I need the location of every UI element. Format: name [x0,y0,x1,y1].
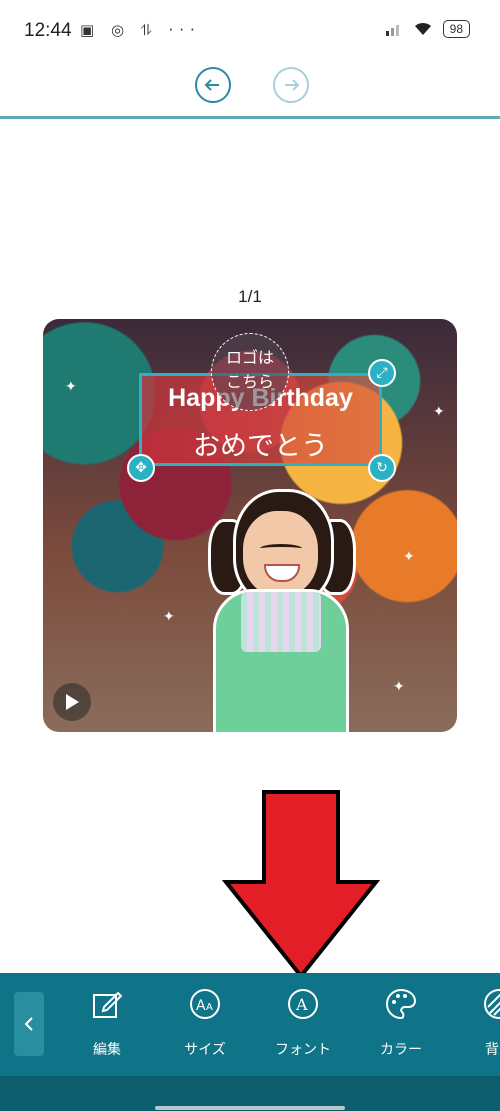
tool-size[interactable]: A A サイズ [165,985,245,1059]
move-handle[interactable]: ✥ [127,454,155,482]
tool-background[interactable]: 背景 [459,985,500,1059]
svg-text:A: A [196,998,206,1014]
svg-text:A: A [295,995,308,1014]
tool-font[interactable]: A フォント [263,985,343,1059]
sparkle-icon: ✦ [393,679,405,695]
status-bar: 12:44 ▣ ◎ ⥮ ··· 98 [0,0,500,62]
expand-icon: ⤢ [376,365,388,381]
dress-pattern [241,592,321,652]
tool-color[interactable]: カラー [361,985,441,1059]
edit-icon [93,991,123,1018]
face [243,511,318,596]
tool-edit[interactable]: 編集 [67,985,147,1059]
rotate-icon: ↻ [376,460,388,476]
eyes [260,544,302,553]
tool-edit-label: 編集 [93,1042,121,1058]
redo-icon [285,79,300,91]
resize-handle[interactable]: ⤢ [368,359,396,387]
status-right: 98 [385,20,470,38]
child-photo[interactable] [208,489,356,732]
tool-color-label: カラー [380,1042,422,1058]
palette-icon [386,988,417,1020]
rotate-handle[interactable]: ↻ [368,454,396,482]
status-time: 12:44 [24,20,72,41]
text-size-icon: A A [190,989,220,1019]
toolbar-divider [0,116,500,119]
tool-size-label: サイズ [184,1042,226,1058]
redo-button[interactable] [273,67,309,103]
home-gesture-bar[interactable] [155,1106,345,1110]
undo-icon [204,79,219,91]
logo-placeholder[interactable]: ロゴは こちら [211,333,289,411]
tool-background-label: 背景 [485,1042,500,1058]
undo-button[interactable] [195,67,231,103]
sparkle-icon: ✦ [403,549,415,565]
sparkle-icon: ✦ [163,609,175,625]
red-arrow-annotation [222,790,380,980]
design-canvas[interactable]: ✦ ✦ ✦ ✦ ✦ Happy Birthday おめでとう ロゴは こちら ⤢… [43,319,457,732]
dress [213,589,349,732]
move-icon: ✥ [135,460,147,476]
wifi-icon [414,22,431,35]
sparkle-icon: ✦ [433,404,445,420]
font-icon: A [288,989,318,1019]
title-text-line2[interactable]: おめでとう [142,424,379,463]
signal-icon [385,25,399,36]
page-indicator: 1/1 [238,287,262,306]
play-icon [66,694,79,710]
battery-indicator: 98 [442,20,470,38]
logo-placeholder-label: ロゴは こちら [225,348,274,391]
sparkle-icon: ✦ [65,379,77,395]
play-button[interactable] [53,683,91,721]
chevron-left-icon [24,1017,33,1031]
notification-icons: ▣ ◎ ⥮ ··· [80,21,201,39]
toolbar-back-button[interactable] [14,992,44,1056]
tool-font-label: フォント [275,1042,331,1058]
svg-text:A: A [206,1002,213,1013]
background-icon [484,989,500,1019]
